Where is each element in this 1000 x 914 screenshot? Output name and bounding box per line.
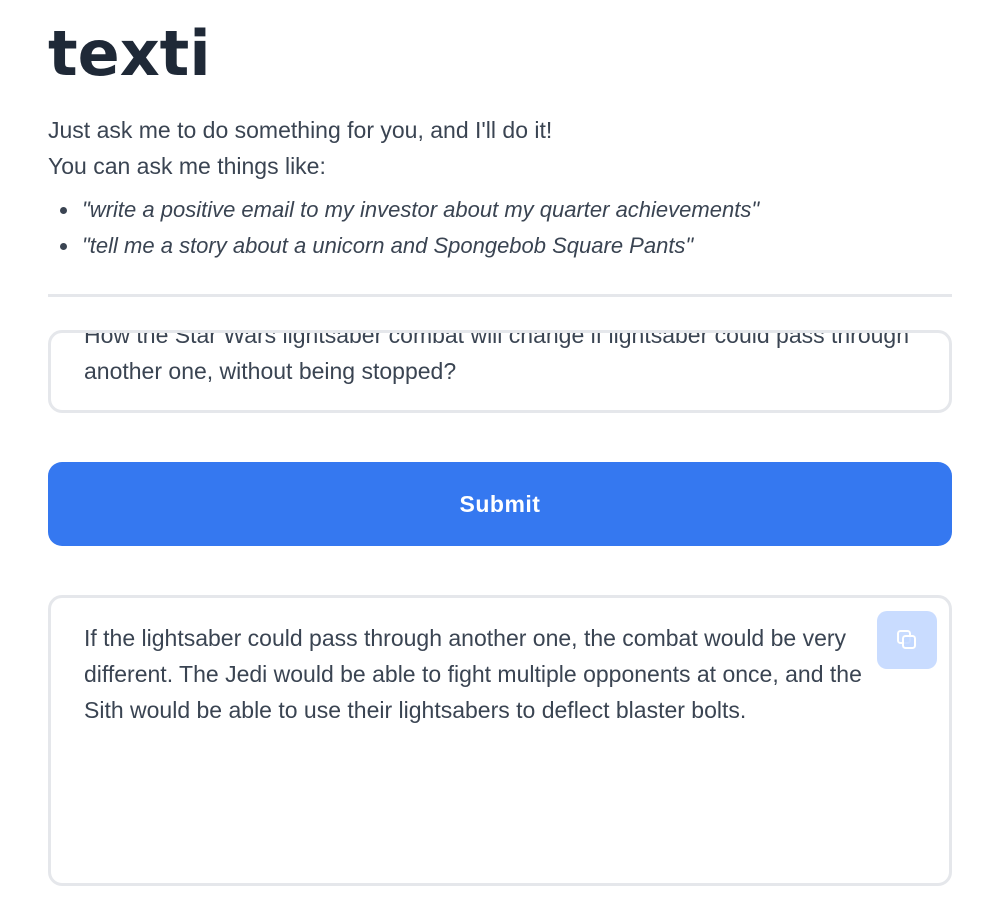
copy-icon <box>897 630 916 649</box>
intro-line-1: Just ask me to do something for you, and… <box>48 117 553 143</box>
prompt-input-container: How the Star Wars lightsaber combat will… <box>48 330 952 413</box>
example-list: "write a positive email to my investor a… <box>48 192 759 264</box>
result-output: If the lightsaber could pass through ano… <box>48 595 952 886</box>
intro: Just ask me to do something for you, and… <box>48 112 759 264</box>
example-item: "write a positive email to my investor a… <box>80 192 759 228</box>
example-item: "tell me a story about a unicorn and Spo… <box>80 228 759 264</box>
prompt-input[interactable]: How the Star Wars lightsaber combat will… <box>84 333 924 410</box>
result-text: If the lightsaber could pass through ano… <box>84 625 862 723</box>
copy-button[interactable] <box>877 611 937 669</box>
app-logo: texti <box>48 17 211 90</box>
intro-line-2: You can ask me things like: <box>48 153 326 179</box>
submit-button[interactable]: Submit <box>48 462 952 546</box>
divider <box>48 294 952 297</box>
